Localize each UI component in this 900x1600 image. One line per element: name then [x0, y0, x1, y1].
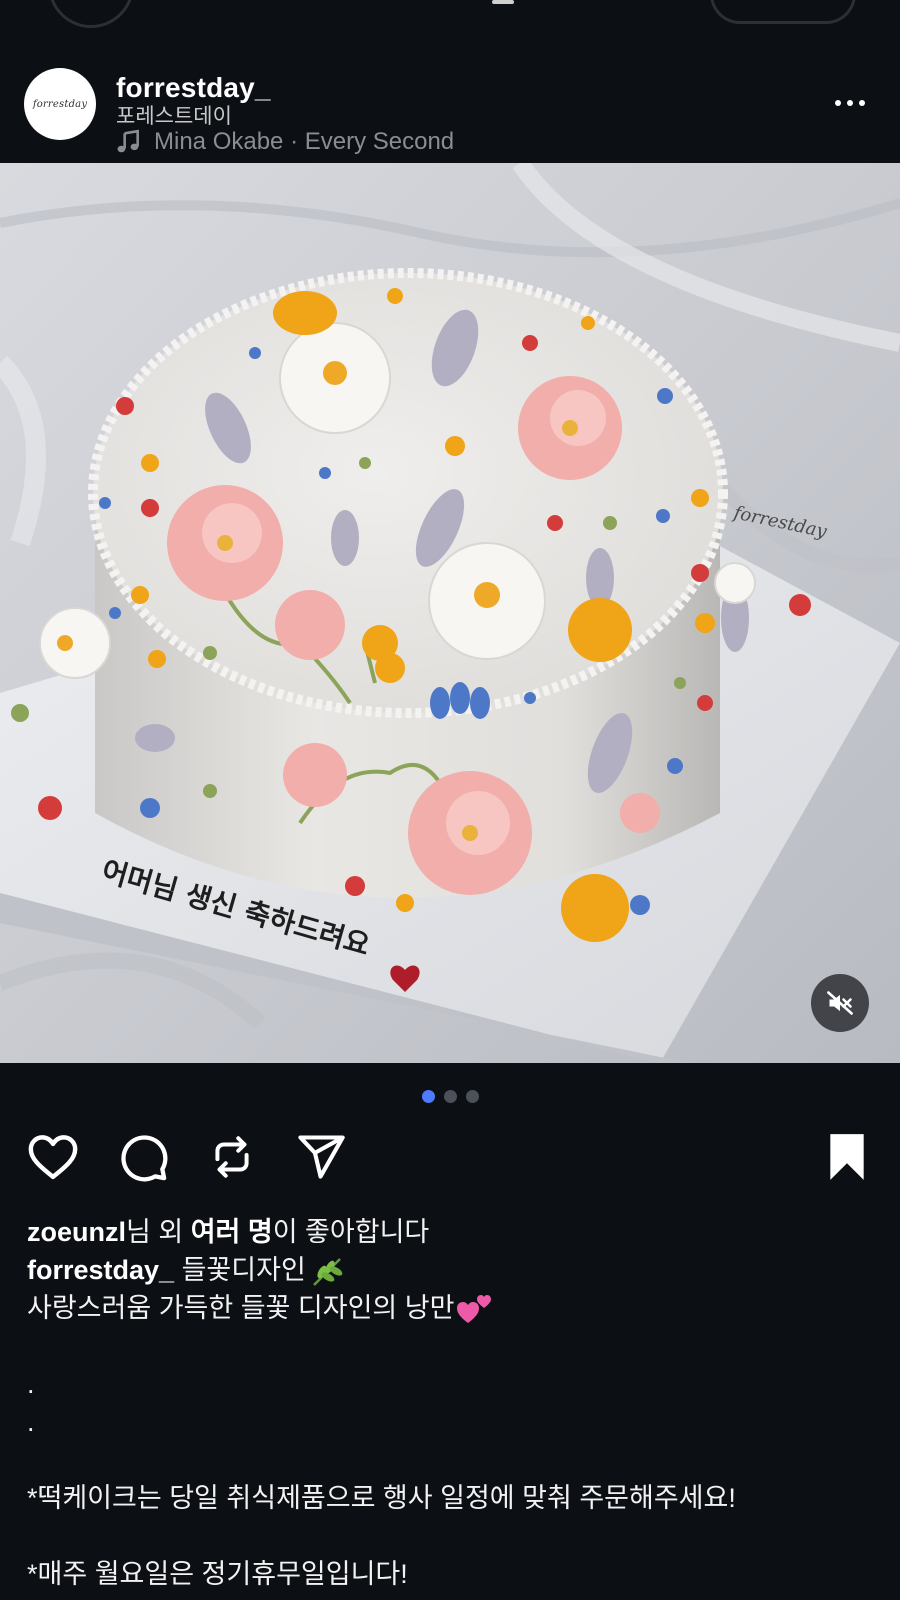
- caption-note-1: *떡케이크는 당일 취식제품으로 행사 일정에 맞춰 주문해주세요!: [27, 1483, 736, 1513]
- top-right-button[interactable]: [710, 0, 856, 24]
- music-title: Mina Okabe · Every Second: [154, 128, 455, 155]
- avatar[interactable]: forrestday: [24, 68, 96, 140]
- post-header: forrestday forrestday_ 포레스트데이 Mina Okabe…: [0, 60, 900, 162]
- carousel-indicator: [0, 1090, 900, 1104]
- post-display-name: 포레스트데이: [116, 105, 232, 128]
- comment-button[interactable]: [114, 1128, 172, 1186]
- music-link[interactable]: Mina Okabe · Every Second: [116, 128, 454, 156]
- more-icon: [835, 100, 841, 106]
- cake-photo-image: forrestday 어머님 생신 축하드려요: [0, 163, 900, 1063]
- repost-button[interactable]: [203, 1128, 261, 1186]
- repost-icon: [215, 1136, 249, 1178]
- carousel-dot-2[interactable]: [443, 1090, 457, 1103]
- like-button[interactable]: [24, 1128, 82, 1186]
- post-caption: forrestday_ 들꽃디자인 사랑스러움 가득한 들꽃 디자인의 낭만 .…: [27, 1251, 873, 1593]
- mute-toggle-button[interactable]: [811, 974, 869, 1032]
- heart-icon: [28, 1135, 78, 1180]
- two-hearts-emoji-icon: [457, 1294, 492, 1323]
- likes-text-2: 이 좋아합니다: [272, 1217, 430, 1247]
- top-left-button[interactable]: [48, 0, 134, 28]
- more-options-button[interactable]: [826, 88, 874, 118]
- more-icon-dot: [847, 100, 853, 106]
- likes-text-1: 님 외: [126, 1217, 191, 1247]
- share-button[interactable]: [292, 1128, 350, 1186]
- likes-summary[interactable]: zoeunzl님 외 여러 명이 좋아합니다: [27, 1210, 429, 1249]
- caption-dot-2: .: [27, 1407, 35, 1437]
- top-title-fragment: [492, 0, 514, 4]
- caption-title: 들꽃디자인: [174, 1255, 306, 1285]
- caption-note-2: *매주 월요일은 정기휴무일입니다!: [27, 1559, 408, 1589]
- herb-emoji-icon: [312, 1257, 343, 1286]
- likes-others[interactable]: 여러 명: [191, 1217, 273, 1247]
- avatar-logo-text: forrestday: [32, 98, 88, 110]
- post-photo[interactable]: forrestday 어머님 생신 축하드려요: [0, 163, 900, 1063]
- more-icon-dot: [859, 100, 865, 106]
- top-bar: [0, 0, 900, 48]
- caption-username[interactable]: forrestday_: [27, 1255, 174, 1285]
- caption-line-2: 사랑스러움 가득한 들꽃 디자인의 낭만: [27, 1293, 455, 1323]
- bookmark-icon: [830, 1134, 864, 1180]
- carousel-dot-3[interactable]: [465, 1090, 479, 1103]
- carousel-dot-1[interactable]: [421, 1090, 435, 1103]
- caption-dot-1: .: [27, 1369, 35, 1399]
- music-note-icon: [117, 129, 139, 153]
- liker-username[interactable]: zoeunzl: [27, 1217, 126, 1247]
- comment-icon: [121, 1135, 168, 1182]
- action-bar: [0, 1128, 900, 1188]
- muted-speaker-icon: [827, 991, 853, 1015]
- save-button[interactable]: [818, 1128, 876, 1186]
- send-icon: [298, 1135, 345, 1179]
